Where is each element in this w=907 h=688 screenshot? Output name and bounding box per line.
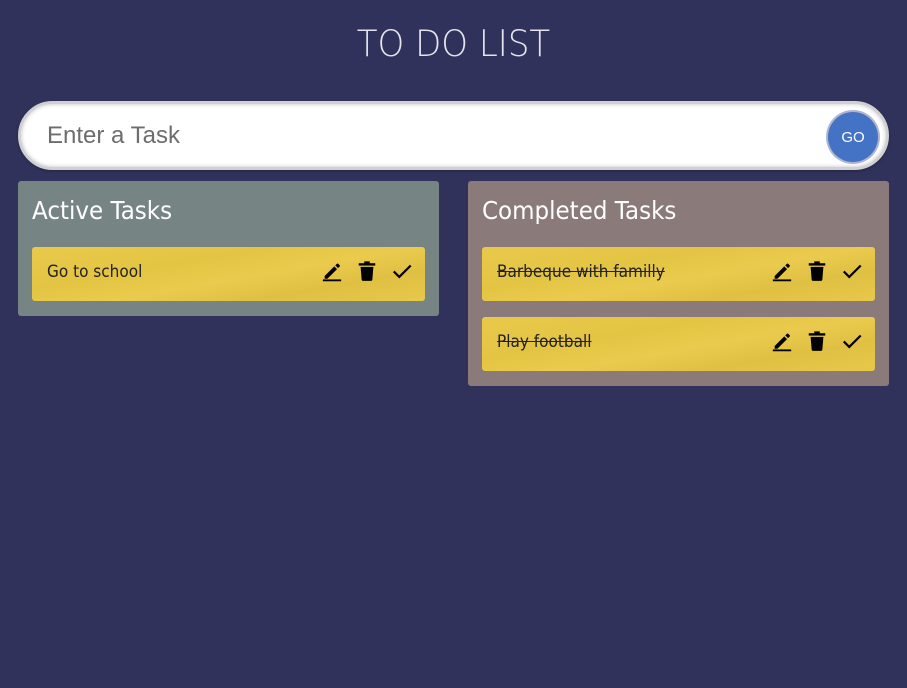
task-text: Play football [497, 332, 592, 352]
task-actions [770, 259, 863, 283]
active-tasks-panel: Active Tasks Go to school [18, 181, 439, 316]
check-icon[interactable] [390, 260, 413, 283]
task-actions [320, 259, 413, 283]
task-text: Go to school [47, 262, 143, 282]
page-title: TO DO LIST [356, 22, 551, 66]
trash-icon[interactable] [355, 260, 378, 283]
completed-tasks-heading: Completed Tasks [482, 196, 677, 225]
task-text: Barbeque with familly [497, 262, 665, 282]
go-button[interactable]: GO [828, 112, 878, 162]
active-tasks-heading: Active Tasks [32, 196, 173, 225]
task-actions [770, 329, 863, 353]
task-card: Go to school [32, 247, 425, 301]
task-input[interactable] [47, 118, 817, 154]
pencil-icon[interactable] [320, 260, 343, 283]
trash-icon[interactable] [805, 330, 828, 353]
check-icon[interactable] [840, 330, 863, 353]
pencil-icon[interactable] [770, 260, 793, 283]
check-icon[interactable] [840, 260, 863, 283]
task-entry-bar: GO [18, 101, 889, 170]
task-card: Barbeque with familly [482, 247, 875, 301]
task-card: Play football [482, 317, 875, 371]
trash-icon[interactable] [805, 260, 828, 283]
completed-tasks-panel: Completed Tasks Barbeque with familly Pl… [468, 181, 889, 386]
pencil-icon[interactable] [770, 330, 793, 353]
